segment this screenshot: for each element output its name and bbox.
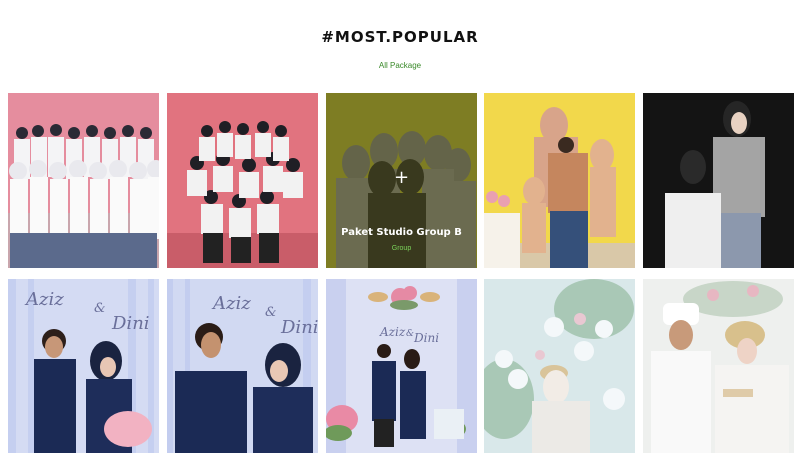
script-amp: & (265, 305, 277, 320)
script-text-name-a: Aziz (213, 293, 251, 314)
hover-overlay: + Paket Studio Group B Group (326, 93, 477, 268)
script-text-name-b: Dini (281, 317, 318, 338)
script-text-name-b: Dini (414, 331, 440, 345)
item-category: Group (391, 245, 412, 252)
photo-bride-flowers[interactable] (484, 279, 635, 453)
photo-image (643, 279, 794, 453)
portfolio-grid: + Paket Studio Group B Group Aziz & Dini… (8, 93, 794, 453)
item-title[interactable]: Paket Studio Group B (326, 227, 477, 238)
photo-family-yellow[interactable] (484, 93, 635, 268)
script-text-name-b: Dini (112, 313, 150, 334)
script-text-name-a: Aziz (380, 325, 406, 339)
script-text-name-a: Aziz (26, 289, 64, 310)
photo-couple-stage[interactable]: Aziz & Dini (326, 279, 477, 453)
photo-image (484, 93, 635, 268)
photo-group-pose-pink[interactable] (167, 93, 318, 268)
script-amp: & (406, 329, 415, 339)
photo-group-hijab-olive[interactable]: + Paket Studio Group B Group (326, 93, 477, 268)
photo-image (8, 93, 159, 268)
photo-image (167, 93, 318, 268)
filter-all-package[interactable]: All Package (379, 61, 421, 70)
filter-bar: All Package (0, 61, 800, 70)
photo-image (484, 279, 635, 453)
photo-couple-blue-2[interactable]: Aziz & Dini (167, 279, 318, 453)
photo-couple-dark[interactable] (643, 93, 794, 268)
page-title: #MOST.POPULAR (321, 28, 479, 46)
plus-icon[interactable]: + (326, 169, 477, 187)
photo-couple-blue-1[interactable]: Aziz & Dini (8, 279, 159, 453)
photo-image (643, 93, 794, 268)
photo-group-school-uniform[interactable] (8, 93, 159, 268)
photo-wedding-couple[interactable] (643, 279, 794, 453)
photo-image (326, 279, 477, 453)
script-amp: & (94, 301, 106, 316)
